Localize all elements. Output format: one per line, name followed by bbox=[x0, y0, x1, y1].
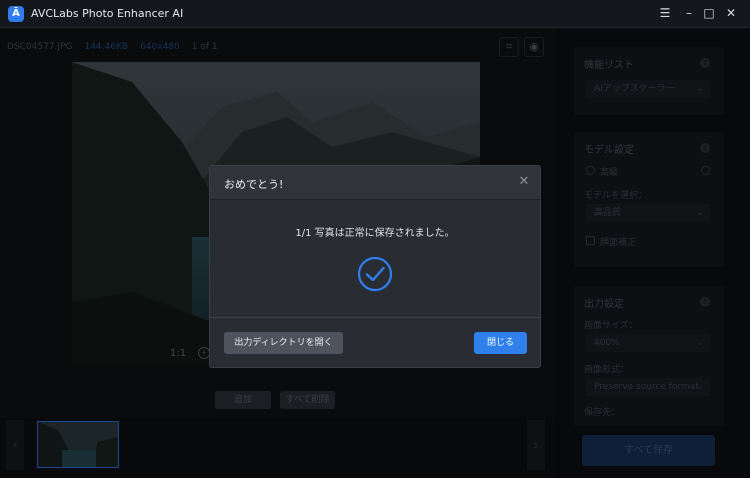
dialog-title: おめでとう! bbox=[224, 178, 284, 191]
check-circle-icon bbox=[357, 256, 393, 292]
dialog-header: おめでとう! ✕ bbox=[210, 166, 540, 200]
minimize-icon[interactable]: – bbox=[681, 5, 697, 21]
close-button[interactable]: 閉じる bbox=[474, 332, 527, 354]
window-close-icon[interactable]: ✕ bbox=[723, 5, 739, 21]
dialog-divider bbox=[210, 317, 540, 318]
success-dialog: おめでとう! ✕ 1/1 写真は正常に保存されました。 出力ディレクトリを開く … bbox=[209, 165, 541, 368]
app-logo-icon: Ā bbox=[8, 6, 24, 22]
dialog-message: 1/1 写真は正常に保存されました。 bbox=[295, 228, 455, 239]
close-icon[interactable]: ✕ bbox=[517, 175, 531, 189]
maximize-icon[interactable]: □ bbox=[701, 5, 717, 21]
open-output-directory-button[interactable]: 出力ディレクトリを開く bbox=[224, 332, 343, 354]
app-title: AVCLabs Photo Enhancer AI bbox=[31, 7, 184, 20]
title-bar: Ā AVCLabs Photo Enhancer AI ☰ – □ ✕ bbox=[0, 0, 750, 28]
hamburger-menu-icon[interactable]: ☰ bbox=[657, 5, 673, 21]
